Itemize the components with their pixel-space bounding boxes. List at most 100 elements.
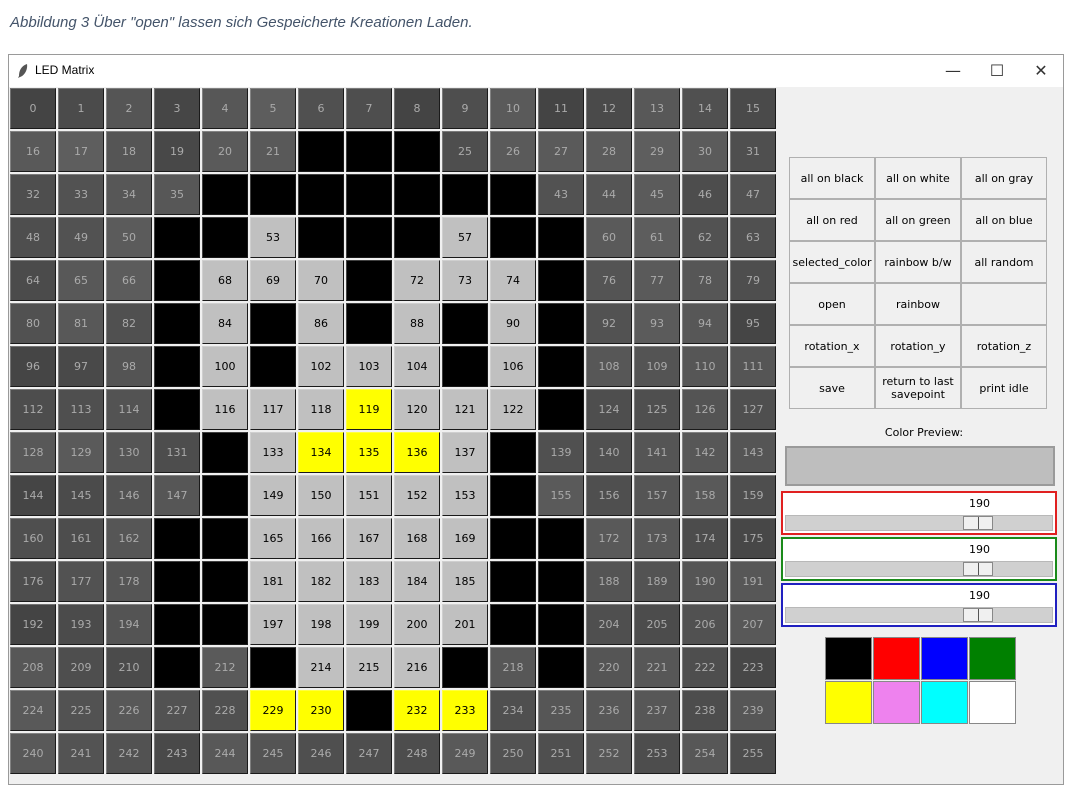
led-cell[interactable]: 57 [442, 217, 488, 258]
led-cell[interactable]: 67 [154, 260, 200, 301]
led-cell[interactable]: 212 [202, 647, 248, 688]
led-cell[interactable]: 3 [154, 88, 200, 129]
led-cell[interactable]: 213 [250, 647, 296, 688]
led-cell[interactable]: 238 [682, 690, 728, 731]
led-cell[interactable]: 145 [58, 475, 104, 516]
led-cell[interactable]: 253 [634, 733, 680, 774]
led-cell[interactable]: 42 [490, 174, 536, 215]
led-cell[interactable]: 177 [58, 561, 104, 602]
led-cell[interactable]: 30 [682, 131, 728, 172]
led-cell[interactable]: 196 [202, 604, 248, 645]
led-cell[interactable]: 167 [346, 518, 392, 559]
led-cell[interactable]: 197 [250, 604, 296, 645]
led-cell[interactable]: 56 [394, 217, 440, 258]
selected-color-button[interactable]: selected_color [789, 241, 875, 283]
led-cell[interactable]: 158 [682, 475, 728, 516]
led-cell[interactable]: 44 [586, 174, 632, 215]
led-cell[interactable]: 234 [490, 690, 536, 731]
led-cell[interactable]: 174 [682, 518, 728, 559]
led-cell[interactable]: 224 [10, 690, 56, 731]
led-cell[interactable]: 83 [154, 303, 200, 344]
led-cell[interactable]: 146 [106, 475, 152, 516]
led-cell[interactable]: 178 [106, 561, 152, 602]
led-cell[interactable]: 131 [154, 432, 200, 473]
led-cell[interactable]: 87 [346, 303, 392, 344]
led-cell[interactable]: 127 [730, 389, 776, 430]
led-cell[interactable]: 231 [346, 690, 392, 731]
green-slider-thumb[interactable] [963, 562, 993, 576]
led-cell[interactable]: 152 [394, 475, 440, 516]
led-cell[interactable]: 141 [634, 432, 680, 473]
led-cell[interactable]: 142 [682, 432, 728, 473]
led-cell[interactable]: 180 [202, 561, 248, 602]
led-cell[interactable]: 71 [346, 260, 392, 301]
green-slider[interactable]: 190 [781, 537, 1057, 581]
led-cell[interactable]: 11 [538, 88, 584, 129]
led-cell[interactable]: 192 [10, 604, 56, 645]
led-cell[interactable]: 7 [346, 88, 392, 129]
palette-swatch-blue[interactable] [921, 637, 968, 680]
led-cell[interactable]: 70 [298, 260, 344, 301]
led-cell[interactable]: 216 [394, 647, 440, 688]
led-cell[interactable]: 85 [250, 303, 296, 344]
led-cell[interactable]: 139 [538, 432, 584, 473]
led-cell[interactable]: 162 [106, 518, 152, 559]
led-cell[interactable]: 13 [634, 88, 680, 129]
led-cell[interactable]: 135 [346, 432, 392, 473]
led-cell[interactable]: 255 [730, 733, 776, 774]
all-on-green-button[interactable]: all on green [875, 199, 961, 241]
led-cell[interactable]: 250 [490, 733, 536, 774]
led-cell[interactable]: 150 [298, 475, 344, 516]
led-cell[interactable]: 78 [682, 260, 728, 301]
led-cell[interactable]: 104 [394, 346, 440, 387]
palette-swatch-red[interactable] [873, 637, 920, 680]
led-cell[interactable]: 82 [106, 303, 152, 344]
led-cell[interactable]: 69 [250, 260, 296, 301]
led-cell[interactable]: 237 [634, 690, 680, 731]
led-cell[interactable]: 247 [346, 733, 392, 774]
led-cell[interactable]: 187 [538, 561, 584, 602]
led-cell[interactable]: 240 [10, 733, 56, 774]
rainbow-button[interactable]: rainbow [875, 283, 961, 325]
led-cell[interactable]: 132 [202, 432, 248, 473]
palette-swatch-white[interactable] [969, 681, 1016, 724]
led-cell[interactable]: 155 [538, 475, 584, 516]
blue-slider-thumb[interactable] [963, 608, 993, 622]
led-cell[interactable]: 210 [106, 647, 152, 688]
palette-swatch-green[interactable] [969, 637, 1016, 680]
led-cell[interactable]: 153 [442, 475, 488, 516]
led-cell[interactable]: 88 [394, 303, 440, 344]
led-cell[interactable]: 249 [442, 733, 488, 774]
led-cell[interactable]: 80 [10, 303, 56, 344]
led-cell[interactable]: 149 [250, 475, 296, 516]
led-cell[interactable]: 193 [58, 604, 104, 645]
led-cell[interactable]: 118 [298, 389, 344, 430]
led-cell[interactable]: 112 [10, 389, 56, 430]
led-cell[interactable]: 114 [106, 389, 152, 430]
led-cell[interactable]: 128 [10, 432, 56, 473]
led-cell[interactable]: 147 [154, 475, 200, 516]
led-cell[interactable]: 52 [202, 217, 248, 258]
led-cell[interactable]: 38 [298, 174, 344, 215]
led-cell[interactable]: 130 [106, 432, 152, 473]
led-cell[interactable]: 233 [442, 690, 488, 731]
led-cell[interactable]: 209 [58, 647, 104, 688]
led-cell[interactable]: 2 [106, 88, 152, 129]
rainbow-bw-button[interactable]: rainbow b/w [875, 241, 961, 283]
led-cell[interactable]: 105 [442, 346, 488, 387]
led-cell[interactable]: 99 [154, 346, 200, 387]
led-cell[interactable]: 36 [202, 174, 248, 215]
green-slider-trough[interactable] [785, 561, 1053, 577]
led-cell[interactable]: 183 [346, 561, 392, 602]
led-cell[interactable]: 168 [394, 518, 440, 559]
blue-slider[interactable]: 190 [781, 583, 1057, 627]
led-cell[interactable]: 125 [634, 389, 680, 430]
led-cell[interactable]: 239 [730, 690, 776, 731]
led-cell[interactable]: 157 [634, 475, 680, 516]
led-cell[interactable]: 19 [154, 131, 200, 172]
red-slider-trough[interactable] [785, 515, 1053, 531]
led-cell[interactable]: 190 [682, 561, 728, 602]
maximize-button[interactable]: ☐ [975, 55, 1019, 87]
led-cell[interactable]: 244 [202, 733, 248, 774]
led-cell[interactable]: 171 [538, 518, 584, 559]
